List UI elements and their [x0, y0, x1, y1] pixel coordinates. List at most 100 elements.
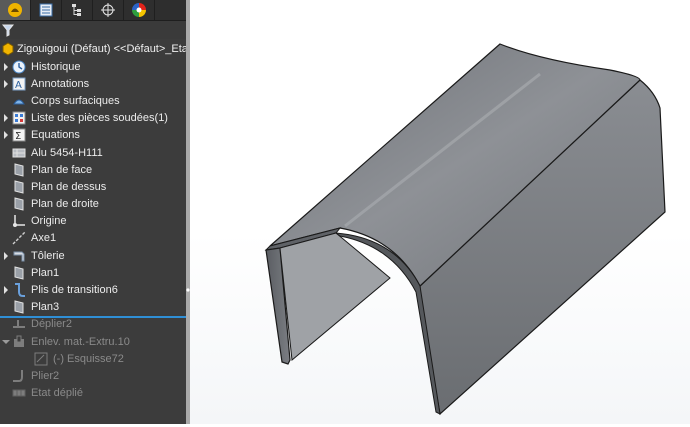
tree-item-plan1[interactable]: Plan1	[0, 264, 186, 281]
tree-item-alu-5454-h111[interactable]: Alu 5454-H111	[0, 144, 186, 161]
part-root-node[interactable]: Zigouigoui (Défaut) <<Défaut>_Etat d'af	[0, 40, 186, 58]
tree-item-label: Axe1	[31, 232, 57, 245]
plane-icon	[12, 163, 26, 177]
propertymanager-tab[interactable]	[31, 0, 62, 20]
plane-icon	[12, 197, 26, 211]
tree-item-label: Origine	[31, 215, 67, 228]
tree-item-plan-de-face[interactable]: Plan de face	[0, 161, 186, 178]
sigma-icon: Σ	[12, 128, 26, 142]
inner-left-face	[279, 232, 391, 361]
tree-item-label: Annotations	[31, 77, 90, 90]
tree-item-liste-des-pi-ces-soud-es-1[interactable]: Liste des pièces soudées(1)	[0, 110, 186, 127]
tree-item-corps-surfaciques[interactable]: Corps surfaciques	[0, 92, 186, 109]
displaymanager-tab[interactable]	[124, 0, 155, 20]
expand-arrow-icon[interactable]	[0, 75, 12, 92]
crosshair-icon	[101, 3, 115, 17]
tree-item-label: Plan1	[31, 266, 60, 279]
tree-item-label: Plan de face	[31, 163, 93, 176]
plane-icon	[12, 300, 26, 314]
tree-item-label: Alu 5454-H111	[31, 146, 103, 159]
plane-icon	[12, 266, 26, 280]
expand-spacer	[0, 196, 12, 213]
expand-spacer	[0, 178, 12, 195]
tree-item-annotations[interactable]: A Annotations	[0, 75, 186, 92]
graphics-viewport[interactable]	[190, 0, 690, 424]
feature-tree: Historique A Annotations Corps surfaciques L…	[0, 58, 186, 402]
configurationmanager-tab[interactable]	[62, 0, 93, 20]
expand-arrow-icon[interactable]	[0, 58, 12, 75]
tree-item-label: Déplier2	[31, 318, 72, 331]
tree-item-historique[interactable]: Historique	[0, 58, 186, 75]
tree-item-enlev-mat-extru-10[interactable]: Enlev. mat.-Extru.10	[0, 333, 186, 350]
annotation-icon: A	[12, 77, 26, 91]
expand-spacer	[0, 230, 12, 247]
tree-item-label: Enlev. mat.-Extru.10	[31, 335, 130, 348]
tree-item-axe1[interactable]: Axe1	[0, 230, 186, 247]
tree-item-label: (-) Esquisse72	[53, 352, 124, 365]
tree-item-label: Tôlerie	[31, 249, 65, 262]
plane-icon	[12, 180, 26, 194]
expand-spacer	[0, 92, 12, 109]
tree-item-plis-de-transition6[interactable]: Plis de transition6	[0, 281, 186, 298]
tree-item-origine[interactable]: Origine	[0, 213, 186, 230]
tree-item-plier2[interactable]: Plier2	[0, 367, 186, 384]
tree-item-equations[interactable]: Σ Equations	[0, 127, 186, 144]
unfold-icon	[12, 317, 26, 331]
sketch-icon	[34, 352, 48, 366]
extruded-cut-icon	[12, 335, 26, 349]
expand-spacer	[0, 316, 12, 333]
tree-item-label: Equations	[31, 129, 80, 142]
axis-icon	[12, 231, 26, 245]
expand-arrow-icon[interactable]	[0, 247, 12, 264]
sheet-metal-model[interactable]	[190, 0, 690, 424]
tree-item-label: Historique	[31, 60, 81, 73]
origin-icon	[12, 214, 26, 228]
filter-icon[interactable]	[2, 24, 14, 37]
expand-arrow-icon[interactable]	[0, 333, 12, 350]
tree-item-label: Plis de transition6	[31, 284, 118, 297]
expand-spacer	[0, 264, 12, 281]
expand-arrow-icon[interactable]	[0, 282, 12, 299]
part-root-label: Zigouigoui (Défaut) <<Défaut>_Etat d'af	[17, 43, 186, 55]
tree-item-label: Liste des pièces soudées(1)	[31, 112, 168, 125]
tree-item-label: Plan de dessus	[31, 180, 107, 193]
expand-spacer	[0, 299, 12, 316]
feature-manager-panel: Zigouigoui (Défaut) <<Défaut>_Etat d'af …	[0, 0, 186, 424]
rollback-bar[interactable]	[0, 316, 186, 318]
tree-item-label: Plan de droite	[31, 198, 99, 211]
tree-item-plan-de-droite[interactable]: Plan de droite	[0, 196, 186, 213]
flat-pattern-icon	[12, 386, 26, 400]
color-wheel-icon	[132, 3, 146, 17]
tree-item-label: Plier2	[31, 369, 60, 382]
property-list-icon	[39, 3, 53, 17]
tree-item-t-lerie[interactable]: Tôlerie	[0, 247, 186, 264]
svg-text:Σ: Σ	[15, 131, 21, 142]
part-icon	[2, 42, 14, 56]
tree-filter-bar	[0, 21, 186, 39]
tree-item-plan-de-dessus[interactable]: Plan de dessus	[0, 178, 186, 195]
tree-item-etat-d-pli[interactable]: Etat déplié	[0, 385, 186, 402]
expand-arrow-icon[interactable]	[0, 110, 12, 127]
fold-icon	[12, 369, 26, 383]
tree-item-label: Corps surfaciques	[31, 94, 120, 107]
expand-spacer	[0, 213, 12, 230]
tree-item-label: Plan3	[31, 301, 60, 314]
tree-item-d-plier2[interactable]: Déplier2	[0, 316, 186, 333]
dimxpert-tab[interactable]	[93, 0, 124, 20]
configuration-icon	[72, 4, 81, 16]
featuremanager-tab[interactable]	[0, 0, 31, 20]
tree-item-plan3[interactable]: Plan3	[0, 299, 186, 316]
tree-item-esquisse72[interactable]: (-) Esquisse72	[0, 350, 186, 367]
sheet-metal-icon	[12, 249, 26, 263]
lofted-bend-icon	[12, 283, 26, 298]
expand-spacer	[0, 367, 12, 384]
material-icon	[12, 146, 26, 160]
feature-tree-icon	[8, 3, 22, 17]
history-icon	[12, 60, 26, 74]
svg-text:A: A	[15, 80, 22, 91]
expand-spacer	[0, 161, 12, 178]
expand-spacer	[0, 385, 12, 402]
panel-tab-bar	[0, 0, 186, 21]
cut-list-icon	[12, 111, 26, 125]
expand-arrow-icon[interactable]	[0, 127, 12, 144]
